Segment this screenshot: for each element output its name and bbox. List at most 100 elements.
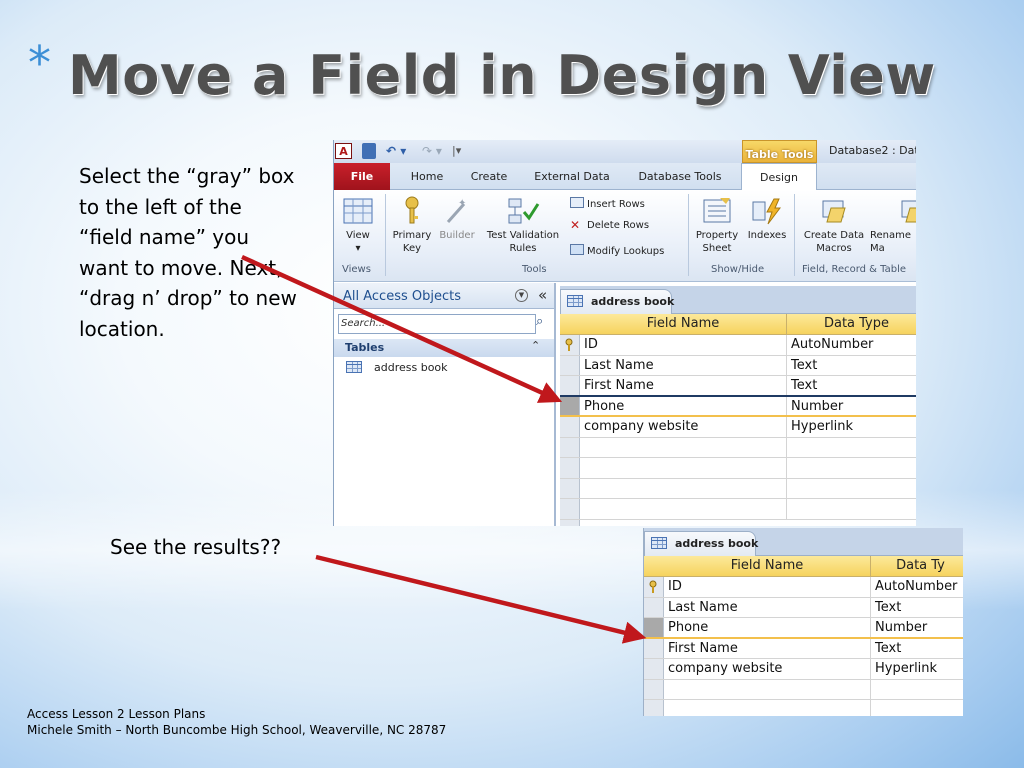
builder-button[interactable]: ✦ Builder — [436, 196, 478, 242]
empty-row[interactable] — [560, 499, 916, 520]
field-name-cell[interactable]: First Name — [664, 639, 870, 659]
field-name-cell[interactable]: Last Name — [664, 598, 870, 618]
nav-group-tables[interactable]: Tables ⌃ — [334, 339, 554, 357]
data-type-cell[interactable]: Text — [786, 355, 916, 375]
row-selector[interactable] — [560, 376, 580, 395]
field-name-cell[interactable]: ID — [580, 335, 786, 355]
table-designer-after: address book Field Name Data Ty ID AutoNu… — [643, 528, 963, 716]
nav-item-address-book[interactable]: address book — [346, 361, 448, 374]
row-selector[interactable] — [560, 355, 580, 375]
empty-data-type-cell[interactable] — [870, 700, 963, 716]
empty-data-type-cell[interactable] — [786, 437, 916, 457]
field-name-cell[interactable]: Phone — [664, 618, 870, 637]
empty-data-type-cell[interactable] — [786, 499, 916, 519]
row-selector[interactable] — [560, 335, 580, 355]
row-selector[interactable] — [644, 679, 664, 699]
create-data-macros-button[interactable]: Create Data Macros — [798, 196, 870, 255]
table-row[interactable]: Last Name Text — [644, 597, 963, 618]
tab-database-tools[interactable]: Database Tools — [632, 163, 728, 190]
document-tab-address-book[interactable]: address book — [644, 531, 758, 556]
empty-row[interactable] — [560, 478, 916, 499]
primary-key-button[interactable]: Primary Key — [390, 196, 434, 255]
chevron-up-icon[interactable]: ⌃ — [531, 339, 540, 352]
data-type-cell[interactable]: AutoNumber — [786, 335, 916, 355]
data-type-cell[interactable]: Text — [870, 597, 963, 617]
modify-lookups-label: Modify Lookups — [587, 246, 665, 257]
table-row[interactable]: company website Hyperlink — [644, 659, 963, 680]
empty-row[interactable] — [560, 458, 916, 479]
chevron-down-icon[interactable]: ▼ — [515, 289, 528, 302]
nav-pane-header[interactable]: All Access Objects ▼ « — [334, 283, 554, 309]
empty-data-type-cell[interactable] — [786, 478, 916, 498]
test-validation-rules-button[interactable]: Test Validation Rules — [480, 196, 566, 255]
empty-row[interactable] — [644, 679, 963, 700]
table-row[interactable]: ID AutoNumber — [560, 335, 916, 356]
table-row[interactable]: company website Hyperlink — [560, 417, 916, 438]
data-type-cell[interactable]: Text — [870, 638, 963, 658]
tab-create[interactable]: Create — [464, 163, 514, 190]
field-name-cell[interactable]: ID — [664, 577, 870, 597]
rename-macro-button[interactable]: Rename Ma — [870, 196, 916, 255]
property-sheet-button[interactable]: Property Sheet — [692, 196, 742, 255]
row-selector[interactable] — [560, 499, 580, 519]
row-selector[interactable] — [644, 700, 664, 716]
field-name-cell[interactable]: company website — [664, 659, 870, 679]
svg-text:✦: ✦ — [458, 198, 466, 209]
test-validation-label: Test Validation Rules — [486, 230, 560, 254]
table-row[interactable]: Phone Number — [644, 618, 963, 639]
empty-data-type-cell[interactable] — [786, 458, 916, 478]
column-header-field-name: Field Name — [730, 558, 804, 573]
table-row[interactable]: First Name Text — [644, 638, 963, 659]
row-selector[interactable] — [560, 478, 580, 498]
tab-file[interactable]: File — [334, 163, 390, 190]
field-name-cell[interactable]: First Name — [580, 376, 786, 395]
row-selector[interactable] — [644, 659, 664, 679]
table-row[interactable]: ID AutoNumber — [644, 577, 963, 598]
view-button[interactable]: View ▾ — [338, 196, 378, 255]
ribbon-design: View ▾ Primary Key ✦ Builder Test Validat… — [334, 190, 916, 282]
nav-search-input[interactable]: Search... — [338, 314, 536, 334]
table-row[interactable]: Last Name Text — [560, 355, 916, 376]
row-selector[interactable] — [644, 577, 664, 597]
modify-lookups-button[interactable]: Modify Lookups — [570, 244, 664, 257]
field-name-cell[interactable]: Last Name — [580, 356, 786, 376]
row-selector[interactable] — [560, 458, 580, 478]
row-selector[interactable] — [644, 597, 664, 617]
indexes-button[interactable]: Indexes — [744, 196, 790, 242]
field-name-cell[interactable]: Phone — [580, 397, 786, 416]
table-row[interactable]: First Name Text — [560, 376, 916, 397]
collapse-pane-icon[interactable]: « — [538, 286, 547, 304]
empty-row[interactable] — [644, 700, 963, 716]
undo-icon[interactable]: ↶ ▾ — [386, 143, 406, 159]
delete-rows-button[interactable]: ✕ Delete Rows — [570, 219, 649, 231]
rename-macro-label: Rename Ma — [870, 230, 912, 254]
empty-data-type-cell[interactable] — [870, 679, 963, 699]
data-type-cell[interactable]: Hyperlink — [786, 417, 916, 437]
document-tab-address-book[interactable]: address book — [560, 289, 674, 314]
access-app-icon[interactable]: A — [335, 143, 352, 159]
customize-toolbar-icon[interactable]: |▾ — [452, 143, 461, 159]
save-icon[interactable] — [362, 143, 376, 159]
grid-header: Field Name Data Type — [560, 314, 916, 335]
data-type-cell[interactable]: Number — [870, 618, 963, 637]
tab-design[interactable]: Design — [741, 163, 817, 191]
data-type-cell[interactable]: Hyperlink — [870, 659, 963, 679]
row-selector[interactable] — [560, 417, 580, 437]
access-window-screenshot: A ↶ ▾ ↷ ▾ |▾ Table Tools Database2 : Dat… — [333, 140, 916, 526]
redo-icon[interactable]: ↷ ▾ — [422, 143, 442, 159]
field-name-cell[interactable]: company website — [580, 417, 786, 437]
footer: Access Lesson 2 Lesson Plans Michele Smi… — [27, 706, 446, 738]
data-type-cell[interactable]: Text — [786, 376, 916, 395]
row-selector[interactable] — [644, 618, 664, 637]
row-selector[interactable] — [560, 396, 580, 415]
data-type-cell[interactable]: Number — [786, 396, 916, 415]
empty-row[interactable] — [560, 437, 916, 458]
insert-rows-button[interactable]: Insert Rows — [570, 197, 645, 210]
search-icon[interactable]: ⌕ — [536, 314, 543, 329]
tab-external-data[interactable]: External Data — [530, 163, 614, 190]
row-selector[interactable] — [560, 437, 580, 457]
data-type-cell[interactable]: AutoNumber — [870, 577, 963, 597]
table-row[interactable]: Phone Number — [560, 396, 916, 417]
row-selector[interactable] — [644, 638, 664, 658]
tab-home[interactable]: Home — [402, 163, 452, 190]
